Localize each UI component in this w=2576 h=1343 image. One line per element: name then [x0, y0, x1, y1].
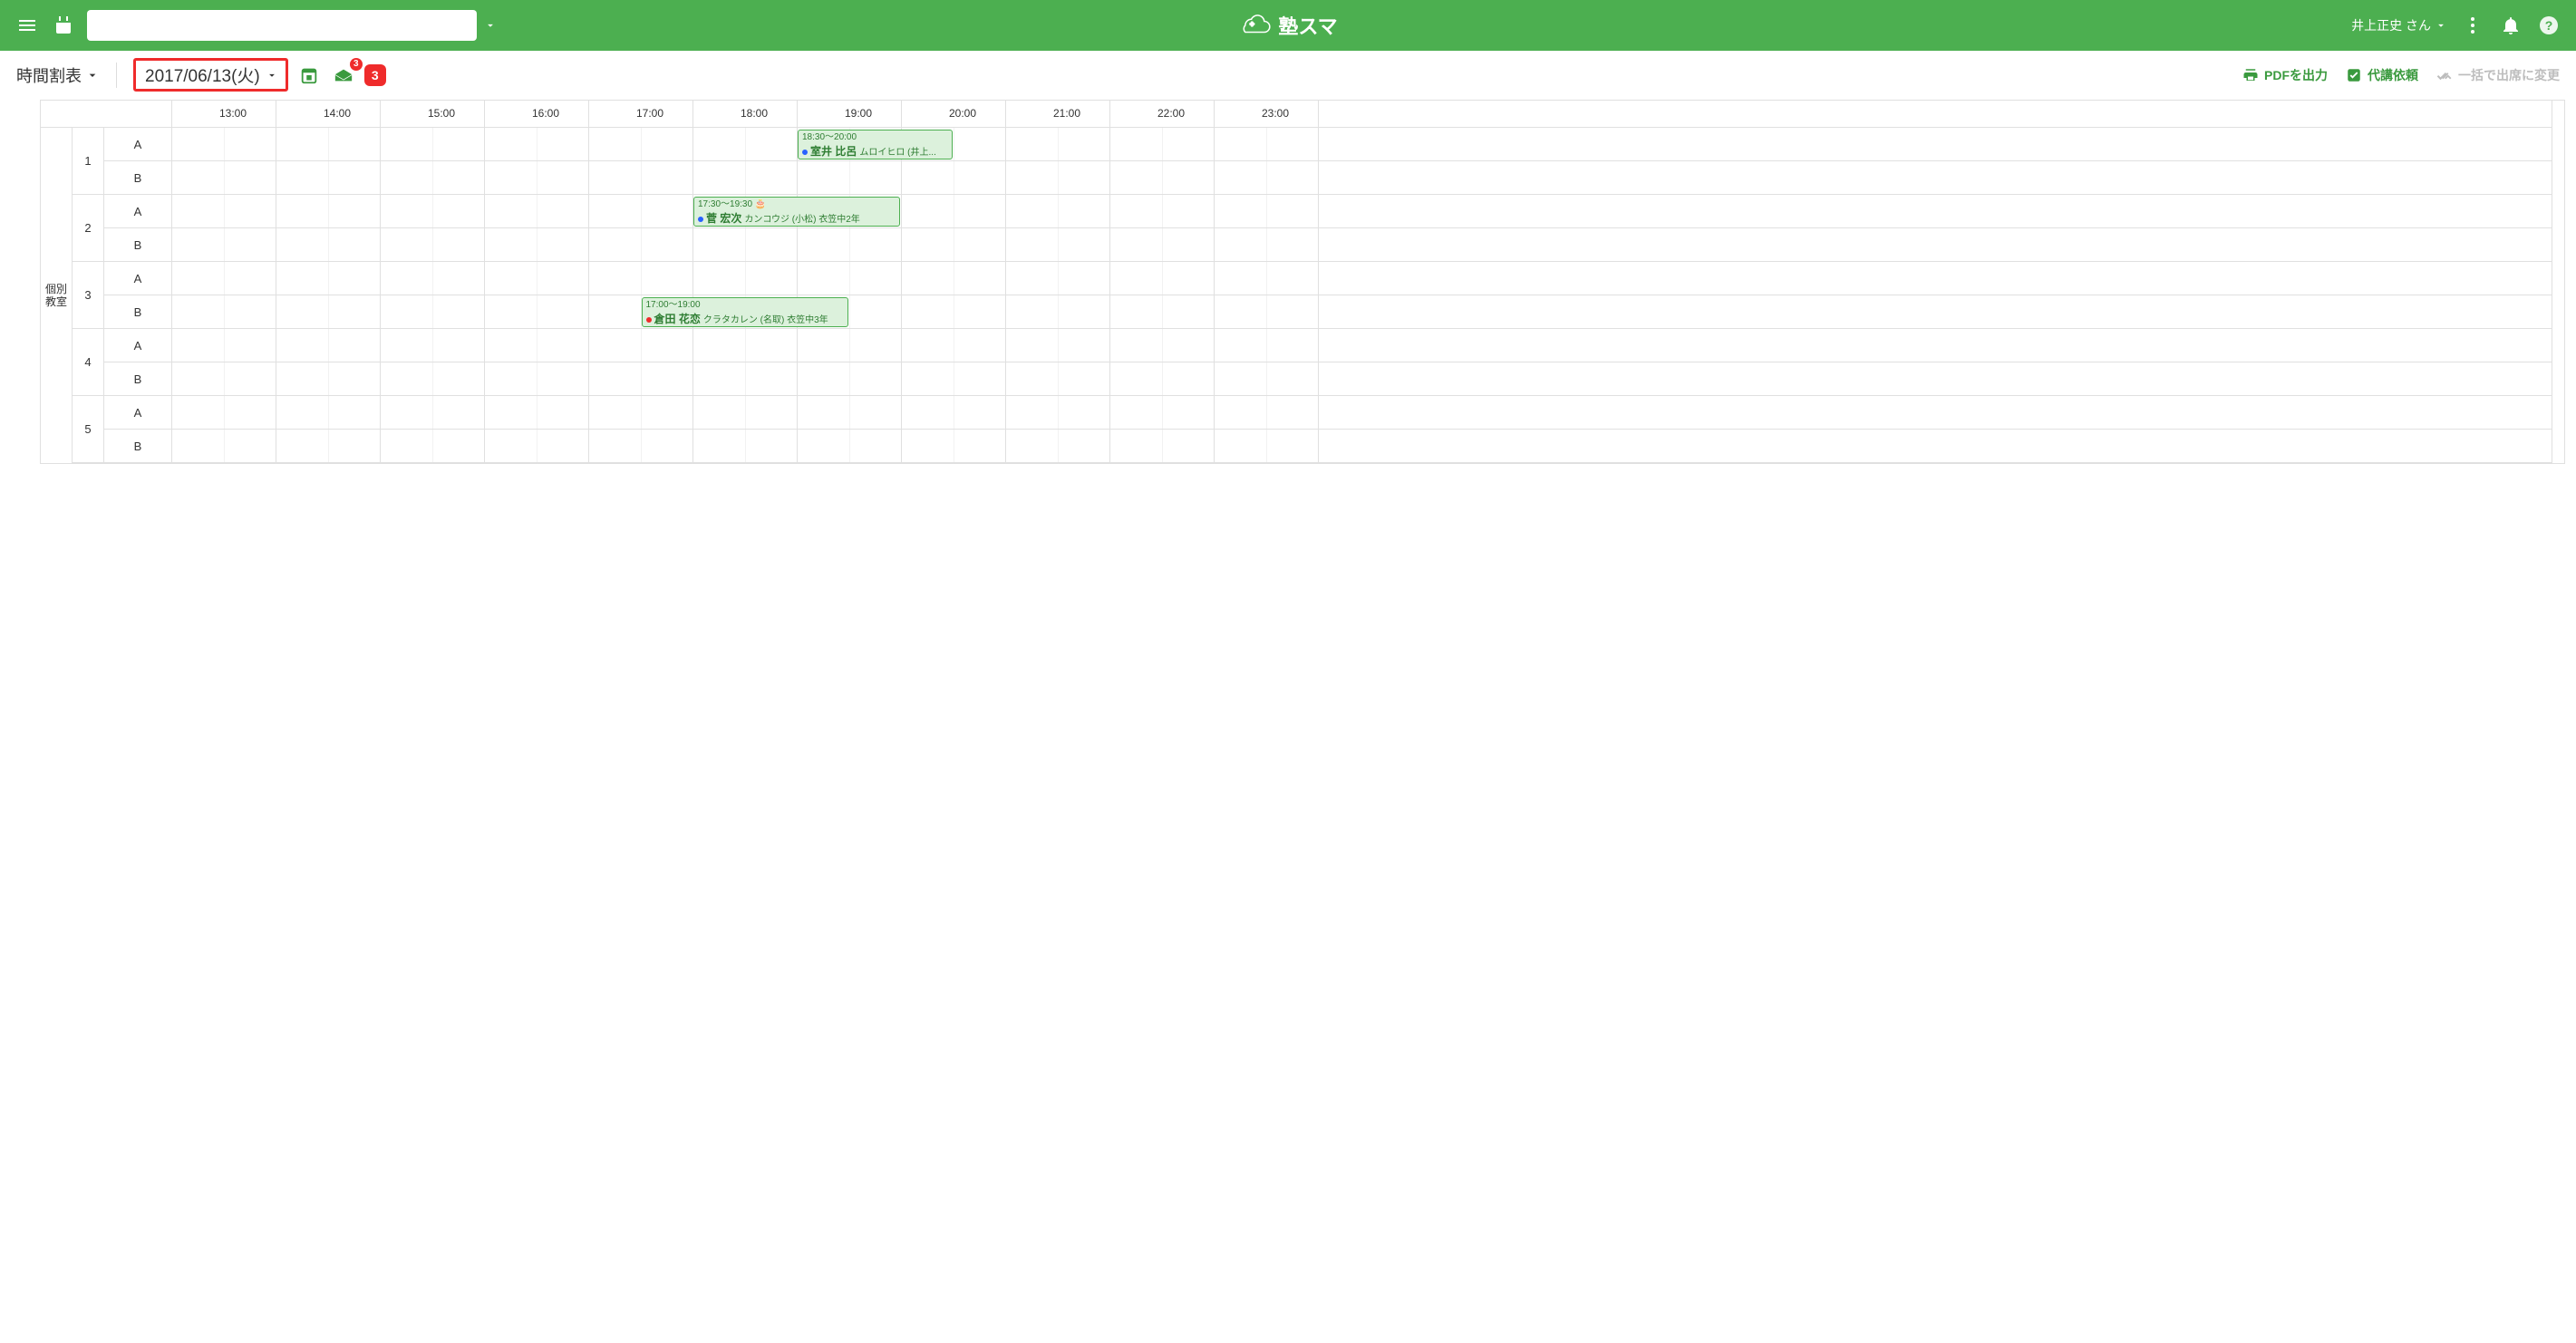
chevron-down-icon — [2435, 19, 2447, 32]
seat-label: A — [104, 262, 171, 295]
hour-label: 13:00 — [172, 101, 276, 127]
check-square-icon — [2346, 67, 2362, 83]
bell-icon[interactable] — [2493, 7, 2529, 43]
grid-row[interactable] — [172, 161, 2552, 195]
schedule-event[interactable]: 18:30〜20:00 室井 比呂 ムロイヒロ (井上... — [798, 130, 953, 159]
event-name: 室井 比呂 — [810, 145, 857, 158]
hour-label: 18:00 — [693, 101, 798, 127]
svg-text:?: ? — [2545, 18, 2553, 33]
seat-label: B — [104, 362, 171, 396]
event-time: 18:30〜20:00 — [802, 132, 948, 143]
hour-label: 21:00 — [1006, 101, 1110, 127]
calendar-icon[interactable] — [45, 7, 82, 43]
hour-label: 16:00 — [485, 101, 589, 127]
pdf-export-button[interactable]: PDFを出力 — [2242, 66, 2328, 84]
seat-label: A — [104, 329, 171, 362]
hour-label: 17:00 — [589, 101, 693, 127]
booth-number: 4 — [73, 329, 104, 396]
hour-label: 15:00 — [381, 101, 485, 127]
user-name: 井上正史 さん — [2351, 16, 2431, 34]
double-check-icon — [2436, 67, 2453, 83]
event-name: 菅 宏次 — [706, 212, 741, 225]
grid-row[interactable] — [172, 329, 2552, 362]
more-vert-icon[interactable] — [2455, 7, 2491, 43]
timetable: 個別 教室 1 AB 2 AB 3 AB 4 AB 5 AB 13:0014:0… — [40, 100, 2565, 464]
grid-row[interactable] — [172, 396, 2552, 430]
hour-label: 22:00 — [1110, 101, 1215, 127]
cloud-clover-icon — [1238, 9, 1271, 42]
hour-label: 14:00 — [276, 101, 381, 127]
booth-number: 5 — [73, 396, 104, 463]
pdf-label: PDFを出力 — [2264, 66, 2328, 84]
seat-label: B — [104, 295, 171, 329]
search-box — [87, 10, 477, 41]
grid-row[interactable] — [172, 228, 2552, 262]
substitute-label: 代講依頼 — [2368, 66, 2418, 84]
brand-logo: 塾スマ — [1238, 9, 1337, 42]
bulk-attend-label: 一括で出席に変更 — [2458, 66, 2560, 84]
user-menu[interactable]: 井上正史 さん — [2346, 16, 2453, 34]
event-sub: クラタカレン (名取) 衣笠中3年 — [703, 315, 828, 325]
booth-number: 2 — [73, 195, 104, 262]
print-icon — [2242, 67, 2259, 83]
date-text: 2017/06/13(火) — [145, 63, 260, 87]
view-label-text: 時間割表 — [16, 63, 82, 87]
event-name: 倉田 花恋 — [654, 313, 701, 325]
menu-icon[interactable] — [9, 7, 45, 43]
seat-label: B — [104, 161, 171, 195]
divider — [116, 63, 117, 88]
app-header: 塾スマ 井上正史 さん ? — [0, 0, 2576, 51]
chevron-down-icon — [266, 69, 278, 82]
booth-number: 1 — [73, 128, 104, 195]
view-selector[interactable]: 時間割表 — [16, 63, 100, 87]
inbox-badge: 3 — [350, 58, 363, 71]
chevron-down-icon — [85, 68, 100, 82]
grid-row[interactable] — [172, 262, 2552, 295]
inbox-button[interactable]: 3 — [330, 62, 357, 89]
brand-text: 塾スマ — [1278, 11, 1337, 40]
event-time: 17:30〜19:30 🎂 — [698, 199, 896, 210]
grid-row[interactable] — [172, 362, 2552, 396]
seat-label: A — [104, 396, 171, 430]
seat-label: A — [104, 195, 171, 228]
grid-row[interactable] — [172, 128, 2552, 161]
bulk-attend-button: 一括で出席に変更 — [2436, 66, 2560, 84]
event-sub: カンコウジ (小松) 衣笠中2年 — [744, 215, 859, 225]
search-dropdown-caret-icon[interactable] — [477, 19, 504, 32]
status-dot-icon — [698, 217, 703, 222]
grid-row[interactable] — [172, 195, 2552, 228]
alert-badge[interactable]: 3 — [364, 64, 386, 86]
hour-label: 20:00 — [902, 101, 1006, 127]
schedule-event[interactable]: 17:30〜19:30 🎂 菅 宏次 カンコウジ (小松) 衣笠中2年 — [693, 197, 900, 227]
status-dot-icon — [802, 150, 808, 155]
grid-row[interactable] — [172, 430, 2552, 463]
status-dot-icon — [646, 317, 652, 323]
grid-row[interactable] — [172, 295, 2552, 329]
room-label: 個別 教室 — [41, 128, 73, 463]
help-icon[interactable]: ? — [2531, 7, 2567, 43]
timetable-scroll[interactable]: 個別 教室 1 AB 2 AB 3 AB 4 AB 5 AB 13:0014:0… — [41, 101, 2564, 463]
seat-label: B — [104, 228, 171, 262]
today-button[interactable] — [295, 62, 323, 89]
event-time: 17:00〜19:00 — [646, 300, 844, 311]
seat-label: A — [104, 128, 171, 161]
schedule-event[interactable]: 17:00〜19:00 倉田 花恋 クラタカレン (名取) 衣笠中3年 — [642, 297, 848, 327]
hour-label: 19:00 — [798, 101, 902, 127]
birthday-icon: 🎂 — [755, 199, 766, 209]
hour-label: 23:00 — [1215, 101, 1319, 127]
booth-number: 3 — [73, 262, 104, 329]
date-picker[interactable]: 2017/06/13(火) — [133, 58, 288, 92]
toolbar: 時間割表 2017/06/13(火) 3 3 PDFを出力 代講依頼 一括で出席… — [0, 51, 2576, 100]
substitute-request-button[interactable]: 代講依頼 — [2346, 66, 2418, 84]
search-input[interactable] — [94, 18, 470, 33]
seat-label: B — [104, 430, 171, 463]
event-sub: ムロイヒロ (井上... — [859, 148, 935, 158]
